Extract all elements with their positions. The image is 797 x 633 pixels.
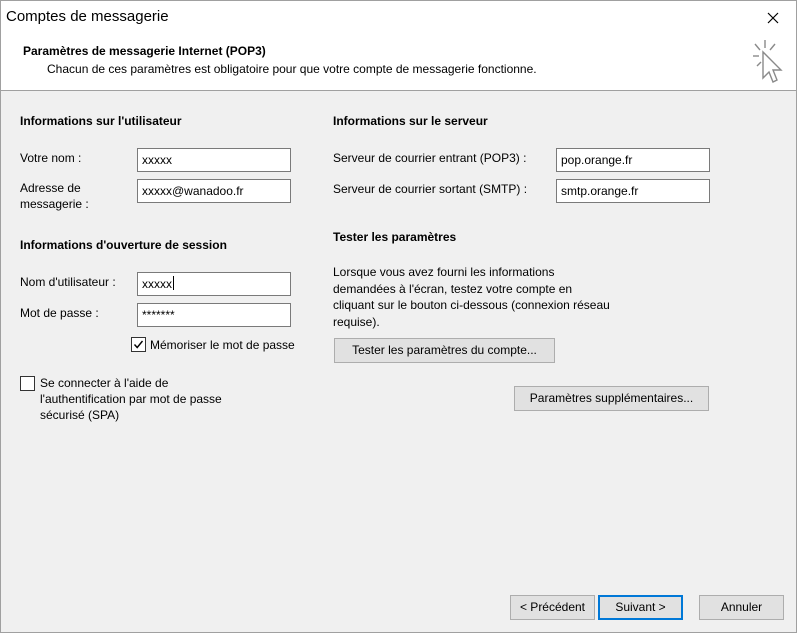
server-info-title: Informations sur le serveur — [333, 114, 488, 128]
test-desc-line4: requise). — [333, 314, 380, 329]
spa-checkbox[interactable] — [20, 376, 35, 391]
incoming-server-label: Serveur de courrier entrant (POP3) : — [333, 151, 527, 165]
test-account-button[interactable]: Tester les paramètres du compte... — [334, 338, 555, 363]
test-desc-line2: demandées à l'écran, testez votre compte… — [333, 281, 573, 296]
close-icon — [767, 12, 779, 23]
next-button[interactable]: Suivant > — [598, 595, 683, 620]
test-desc-line1: Lorsque vous avez fourni les information… — [333, 265, 555, 279]
incoming-server-input[interactable]: pop.orange.fr — [556, 148, 710, 172]
login-info-title: Informations d'ouverture de session — [20, 238, 227, 252]
dialog-window: Comptes de messagerie Paramètres de mess… — [0, 0, 797, 633]
email-label-line2: messagerie : — [20, 197, 89, 211]
window-title: Comptes de messagerie — [6, 8, 169, 25]
spa-label-line1[interactable]: Se connecter à l'aide de — [40, 375, 168, 391]
title-bar: Comptes de messagerie — [1, 1, 796, 34]
email-input[interactable]: xxxxx@wanadoo.fr — [137, 179, 291, 203]
remember-password-checkbox[interactable] — [131, 337, 146, 352]
test-desc-line3: cliquant sur le bouton ci-dessous (conne… — [333, 298, 610, 312]
remember-password-label[interactable]: Mémoriser le mot de passe — [150, 337, 295, 353]
spa-label-line2[interactable]: l'authentification par mot de passe — [40, 391, 222, 407]
header-subtitle: Chacun de ces paramètres est obligatoire… — [47, 62, 537, 76]
email-label-line1: Adresse de — [20, 181, 81, 195]
checkmark-icon — [133, 340, 144, 349]
outgoing-server-input[interactable]: smtp.orange.fr — [556, 179, 710, 203]
test-settings-title: Tester les paramètres — [333, 230, 457, 244]
close-button[interactable] — [750, 1, 796, 34]
header-title: Paramètres de messagerie Internet (POP3) — [23, 44, 266, 58]
outgoing-server-label: Serveur de courrier sortant (SMTP) : — [333, 182, 528, 196]
back-button[interactable]: < Précédent — [510, 595, 595, 620]
spa-label-line3[interactable]: sécurisé (SPA) — [40, 407, 119, 423]
password-input[interactable]: ******* — [137, 303, 291, 327]
name-label: Votre nom : — [20, 151, 82, 165]
text-caret — [173, 276, 174, 290]
wizard-header: Paramètres de messagerie Internet (POP3)… — [1, 34, 796, 91]
password-label: Mot de passe : — [20, 306, 99, 320]
username-input[interactable]: xxxxx — [137, 272, 291, 296]
user-info-title: Informations sur l'utilisateur — [20, 114, 182, 128]
username-label: Nom d'utilisateur : — [20, 275, 116, 289]
cancel-button[interactable]: Annuler — [699, 595, 784, 620]
name-input[interactable]: xxxxx — [137, 148, 291, 172]
more-settings-button[interactable]: Paramètres supplémentaires... — [514, 386, 709, 411]
cursor-sparkle-icon — [753, 40, 783, 83]
